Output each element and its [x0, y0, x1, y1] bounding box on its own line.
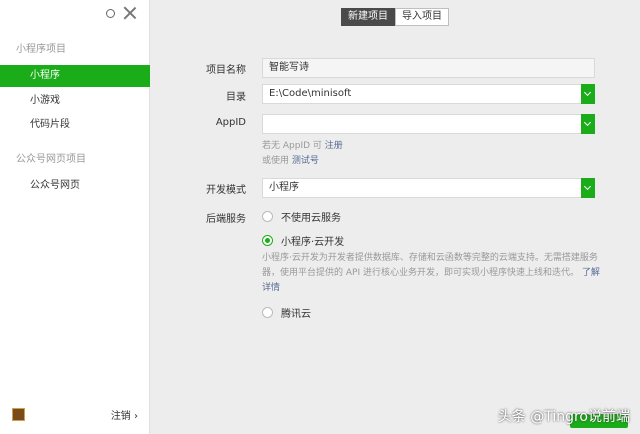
radio-icon[interactable]: [262, 211, 273, 222]
section-web-projects: 公众号网页项目: [16, 154, 86, 165]
section-miniprogram-projects: 小程序项目: [16, 44, 66, 55]
avatar[interactable]: [12, 408, 25, 421]
sidebar-item-code-snippet[interactable]: 代码片段: [0, 114, 150, 136]
chevron-down-icon[interactable]: [581, 178, 595, 198]
radio-tencent-cloud[interactable]: 腾讯云: [262, 305, 311, 320]
sidebar: 小程序项目 小程序 小游戏 代码片段 公众号网页项目 公众号网页 注销 ›: [0, 0, 150, 434]
sidebar-item-web-page[interactable]: 公众号网页: [0, 175, 150, 197]
settings-icon[interactable]: [106, 8, 115, 18]
test-account-hint: 或使用 测试号: [262, 155, 319, 168]
project-tabs: 新建项目 导入项目: [341, 8, 449, 26]
cloud-description: 小程序·云开发为开发者提供数据库、存储和云函数等完整的云端支持。无需搭建服务器，…: [262, 251, 602, 296]
radio-tencent-cloud-label: 腾讯云: [281, 309, 311, 320]
close-icon[interactable]: [123, 6, 137, 20]
appid-label: AppID: [215, 117, 246, 128]
tab-import-project[interactable]: 导入项目: [395, 8, 449, 26]
chevron-down-icon[interactable]: [581, 84, 595, 104]
radio-cloud-dev[interactable]: 小程序·云开发: [262, 233, 344, 248]
window-controls: [106, 6, 137, 20]
cloud-description-text: 小程序·云开发为开发者提供数据库、存储和云函数等完整的云端支持。无需搭建服务器，…: [262, 253, 598, 278]
dev-mode-label: 开发模式: [206, 185, 246, 196]
radio-icon[interactable]: [262, 307, 273, 318]
radio-checked-icon[interactable]: [262, 235, 273, 246]
test-account-hint-text: 或使用: [262, 156, 290, 166]
appid-select[interactable]: [262, 114, 595, 134]
sidebar-item-miniprogram[interactable]: 小程序: [0, 65, 150, 87]
sidebar-footer: 注销 ›: [12, 407, 138, 422]
project-name-label: 项目名称: [206, 65, 246, 76]
appid-hint-text: 若无 AppID 可: [262, 141, 322, 151]
radio-no-cloud-label: 不使用云服务: [281, 213, 341, 224]
main-panel: 新建项目 导入项目 项目名称 智能写诗 目录 E:\Code\minisoft …: [150, 0, 640, 434]
backend-label: 后端服务: [206, 214, 246, 225]
appid-hint: 若无 AppID 可 注册: [262, 140, 343, 153]
radio-cloud-dev-label: 小程序·云开发: [281, 237, 345, 248]
directory-label: 目录: [226, 92, 246, 103]
directory-value: E:\Code\minisoft: [269, 88, 352, 99]
dev-mode-value: 小程序: [269, 182, 299, 193]
tab-new-project[interactable]: 新建项目: [341, 8, 395, 26]
sidebar-item-minigame[interactable]: 小游戏: [0, 90, 150, 112]
register-link[interactable]: 注册: [325, 141, 343, 151]
radio-no-cloud[interactable]: 不使用云服务: [262, 209, 341, 224]
logout-button[interactable]: 注销 ›: [111, 407, 138, 422]
dev-mode-select[interactable]: 小程序: [262, 178, 595, 198]
test-account-link[interactable]: 测试号: [292, 156, 319, 166]
chevron-down-icon[interactable]: [581, 114, 595, 134]
directory-select[interactable]: E:\Code\minisoft: [262, 84, 595, 104]
watermark: 头条 @Tingro说前端: [497, 409, 630, 425]
project-name-input[interactable]: 智能写诗: [262, 58, 595, 78]
